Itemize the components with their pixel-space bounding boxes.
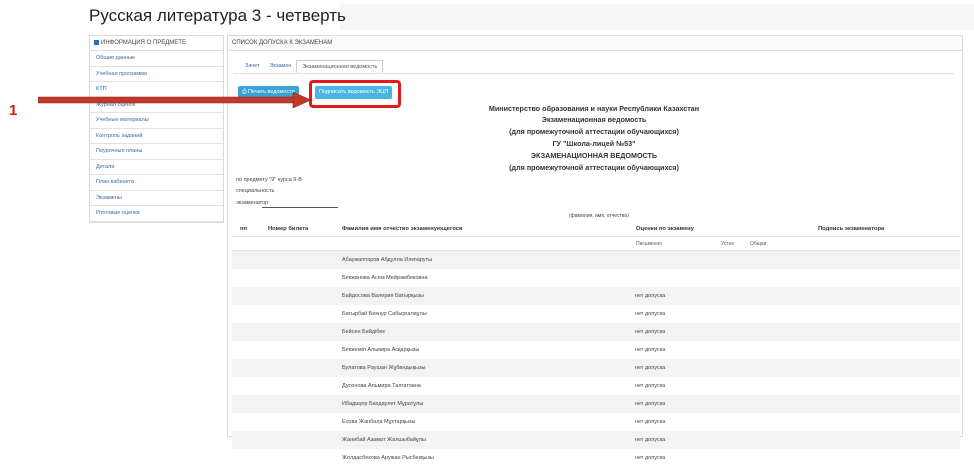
- doc-heading-subtitle-2: (для промежуточной аттестации обучающихс…: [509, 163, 679, 172]
- admission-status: нет допуска: [635, 347, 666, 353]
- main-panel-header: СПИСОК ДОПУСКА К ЭКЗАМЕНАМ: [228, 36, 962, 51]
- doc-heading-subtitle: (для промежуточной аттестации обучающихс…: [509, 127, 679, 136]
- tab-bar: Зачет Экзамен Экзаменационная ведомость: [240, 60, 384, 73]
- table-row: Дусенова Альмира Талгатовна нет допуска: [232, 377, 960, 395]
- admission-status: нет допуска: [635, 293, 666, 299]
- sidebar-item-classroom-plan[interactable]: План кабинета: [90, 175, 223, 191]
- student-name: Есова Жанбала Мұхтарқызы: [342, 419, 416, 425]
- sidebar-header-label: ИНФОРМАЦИЯ О ПРЕДМЕТЕ: [101, 40, 186, 46]
- sidebar-item-materials[interactable]: Учебные материалы: [90, 113, 223, 129]
- header-divider: [232, 236, 960, 237]
- table-row: Жолдасбекова Аружан Рысбекқызы нет допуск…: [232, 449, 960, 467]
- student-name: Бекжеміп Альмира Асқарқызы: [342, 347, 420, 353]
- table-row: Абаужаппаров Абдулла Илкпаруты: [232, 251, 960, 269]
- subheader-total: Общая: [750, 241, 767, 247]
- admission-status: нет допуска: [635, 419, 666, 425]
- student-name: Ибадшуғр Бахдаулет Мұратұлы: [342, 401, 424, 407]
- annotation-arrow-icon: [38, 92, 312, 108]
- header-strip: [340, 4, 974, 30]
- annotation-number: 1: [9, 102, 18, 119]
- admission-status: нет допуска: [635, 365, 666, 371]
- col-header-ticket: Номер билета: [268, 226, 309, 232]
- sidebar-item-lesson-plans[interactable]: Поурочные планы: [90, 144, 223, 160]
- student-name: Бейсен Бейдібек: [342, 329, 385, 335]
- tab-divider: [233, 73, 955, 74]
- student-name: Жанибай Азамат Жалшыбайұлы: [342, 437, 426, 443]
- table-row: Ибадшуғр Бахдаулет Мұратұлы нет допуска: [232, 395, 960, 413]
- examiner-label-text: экзаменатор: [236, 200, 269, 206]
- table-row: Жанибай Азамат Жалшыбайұлы нет допуска: [232, 431, 960, 449]
- table-row: Батырбай Бекнур Сабырғалиұлы нет допуска: [232, 305, 960, 323]
- specialty-line: специальность: [236, 188, 275, 194]
- admission-status: нет допуска: [635, 311, 666, 317]
- tab-exam[interactable]: Экзамен: [265, 60, 297, 73]
- col-header-name: Фамилия имя отчество экзаменующегося: [342, 226, 463, 232]
- col-header-sign: Подпись экзаменатора: [818, 226, 885, 232]
- sidebar: ИНФОРМАЦИЯ О ПРЕДМЕТЕ Общие данные Учебн…: [89, 35, 224, 223]
- sidebar-item-general[interactable]: Общие данные: [90, 51, 223, 67]
- subject-line: по предмету "9" курса 9-В: [236, 177, 302, 183]
- doc-heading-sheet: ЭКЗАМЕНАЦИОННАЯ ВЕДОМОСТЬ: [530, 151, 658, 160]
- table-row: Бекжеміп Альмира Асқарқызы нет допуска: [232, 341, 960, 359]
- table-row: Бейсен Бейдібек нет допуска: [232, 323, 960, 341]
- table-row: Байдосова Валерия Батырқызы нет допуска: [232, 287, 960, 305]
- admission-status: нет допуска: [635, 329, 666, 335]
- tab-credit[interactable]: Зачет: [240, 60, 265, 73]
- tab-exam-sheet[interactable]: Экзаменационная ведомость: [296, 60, 384, 73]
- student-name: Байдосова Валерия Батырқызы: [342, 293, 424, 299]
- student-name: Батырбай Бекнур Сабырғалиұлы: [342, 311, 427, 317]
- student-name: Абаужаппаров Абдулла Илкпаруты: [342, 257, 433, 263]
- subheader-oral: Устно: [721, 241, 735, 247]
- examiner-label: экзаменатор:: [236, 200, 270, 206]
- col-header-grades: Оценки по экзамену: [636, 226, 694, 232]
- info-icon: [94, 39, 99, 45]
- col-header-num: пп: [240, 226, 248, 232]
- sidebar-item-final-grades[interactable]: Итоговые оценки: [90, 206, 223, 222]
- examiner-underline: [262, 207, 338, 208]
- sidebar-item-program[interactable]: Учебная программа: [90, 66, 223, 82]
- doc-heading-school: ГУ "Школа-лицей №53": [552, 139, 636, 148]
- sidebar-item-details[interactable]: Детали: [90, 159, 223, 175]
- page-title: Русская литература 3 - четверть: [89, 6, 346, 25]
- table-row: Есова Жанбала Мұхтарқызы нет допуска: [232, 413, 960, 431]
- sidebar-item-exams[interactable]: Экзамены: [90, 190, 223, 206]
- doc-heading-title: Экзаменационная ведомость: [541, 115, 647, 124]
- admission-status: нет допуска: [635, 383, 666, 389]
- admission-status: нет допуска: [635, 401, 666, 407]
- subheader-written: Письменно: [636, 241, 663, 247]
- fio-caption: (фамилия, имя, отчество): [569, 213, 629, 219]
- sign-button-highlight: [309, 80, 401, 108]
- student-name: Бекжанова Асем Мейрамбековна: [342, 275, 428, 281]
- admission-status: нет допуска: [635, 455, 666, 461]
- sidebar-item-tasks[interactable]: Контроль заданий: [90, 128, 223, 144]
- student-name: Жолдасбекова Аружан Рысбекқызы: [342, 455, 434, 461]
- table-row: Булатова Раушан Жұбандықызы нет допуска: [232, 359, 960, 377]
- table-row: Бекжанова Асем Мейрамбековна: [232, 269, 960, 287]
- sidebar-header: ИНФОРМАЦИЯ О ПРЕДМЕТЕ: [90, 36, 223, 51]
- admission-status: нет допуска: [635, 437, 666, 443]
- student-name: Дусенова Альмира Талгатовна: [342, 383, 421, 389]
- student-name: Булатова Раушан Жұбандықызы: [342, 365, 426, 371]
